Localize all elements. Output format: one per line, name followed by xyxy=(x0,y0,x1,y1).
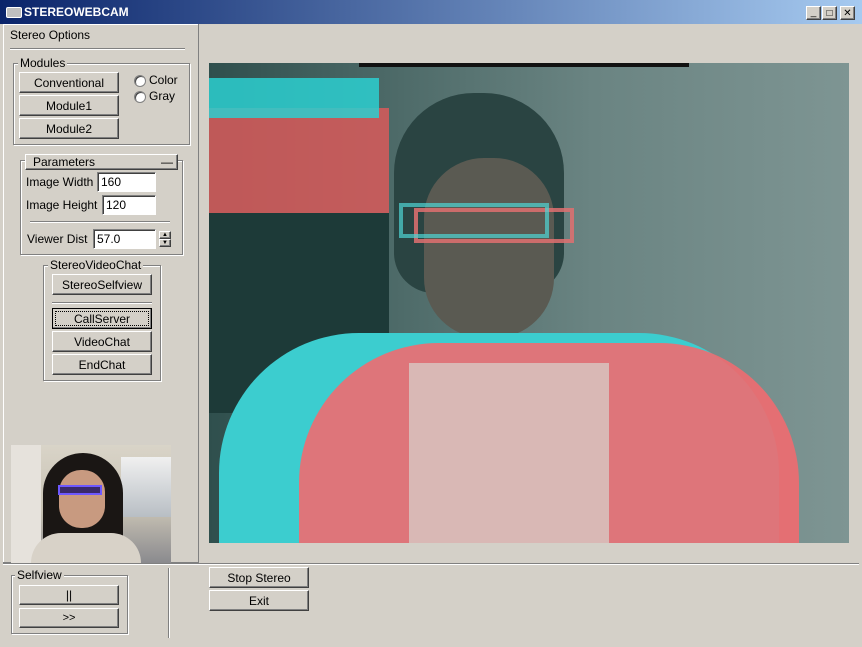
exit-button[interactable]: Exit xyxy=(209,590,309,611)
bottom-divider xyxy=(3,563,859,565)
callserver-button[interactable]: CallServer xyxy=(52,308,152,329)
parameters-title: Parameters xyxy=(33,155,96,169)
image-height-label: Image Height xyxy=(26,198,98,212)
module1-button[interactable]: Module1 xyxy=(19,95,119,116)
stop-stereo-button[interactable]: Stop Stereo xyxy=(209,567,309,588)
viewer-dist-spinner[interactable]: ▲ ▼ xyxy=(159,231,171,247)
videochat-group-title: StereoVideoChat xyxy=(48,258,144,272)
pause-button[interactable]: || xyxy=(19,585,119,605)
selfview-thumbnail xyxy=(11,445,171,563)
videochat-divider xyxy=(52,302,152,304)
thumb-window xyxy=(121,457,171,517)
video-shirt-center xyxy=(409,363,609,543)
spin-up-icon[interactable]: ▲ xyxy=(159,231,171,239)
gray-radio-label: Gray xyxy=(149,89,176,103)
video-cyan-shelf xyxy=(209,78,379,118)
viewer-dist-label: Viewer Dist xyxy=(27,232,88,246)
minimize-icon: _ xyxy=(810,7,817,18)
forward-button[interactable]: >> xyxy=(19,608,119,628)
close-button[interactable]: ✕ xyxy=(840,6,855,20)
app-icon xyxy=(6,7,22,18)
video-red-shelf xyxy=(209,108,389,218)
video-top-bar xyxy=(359,63,689,67)
collapse-icon[interactable]: — xyxy=(161,155,173,169)
thumb-glasses xyxy=(58,485,102,495)
maximize-button[interactable]: □ xyxy=(822,6,837,20)
color-radio[interactable] xyxy=(134,75,146,87)
thumb-face xyxy=(59,470,105,528)
stereo-options-divider xyxy=(10,48,185,50)
parameters-divider xyxy=(30,221,170,223)
window-title: STEREOWEBCAM xyxy=(24,5,129,19)
video-person-face xyxy=(424,158,554,338)
image-width-label: Image Width xyxy=(26,175,94,189)
viewer-dist-input[interactable] xyxy=(93,229,156,249)
image-height-input[interactable] xyxy=(102,195,156,215)
thumb-shirt xyxy=(31,533,141,563)
title-bar[interactable]: STEREOWEBCAM _ □ ✕ xyxy=(0,0,862,24)
videochat-button[interactable]: VideoChat xyxy=(52,331,152,352)
minimize-button[interactable]: _ xyxy=(806,6,821,20)
selfview-group-title: Selfview xyxy=(15,568,64,582)
image-width-input[interactable] xyxy=(97,172,156,192)
maximize-icon: □ xyxy=(826,7,833,19)
endchat-button[interactable]: EndChat xyxy=(52,354,152,375)
bottom-separator xyxy=(168,568,170,638)
parameters-header[interactable]: Parameters — xyxy=(25,154,178,170)
stereo-options-title: Stereo Options xyxy=(10,28,91,42)
video-glasses-cyan xyxy=(399,203,549,238)
stereo-video-view xyxy=(209,63,849,543)
module2-button[interactable]: Module2 xyxy=(19,118,119,139)
gray-radio[interactable] xyxy=(134,91,146,103)
spin-down-icon[interactable]: ▼ xyxy=(159,239,171,247)
conventional-button[interactable]: Conventional xyxy=(19,72,119,93)
color-radio-label: Color xyxy=(149,73,178,87)
modules-group-title: Modules xyxy=(18,56,68,70)
close-icon: ✕ xyxy=(843,7,852,19)
stereo-selfview-button[interactable]: StereoSelfview xyxy=(52,274,152,295)
